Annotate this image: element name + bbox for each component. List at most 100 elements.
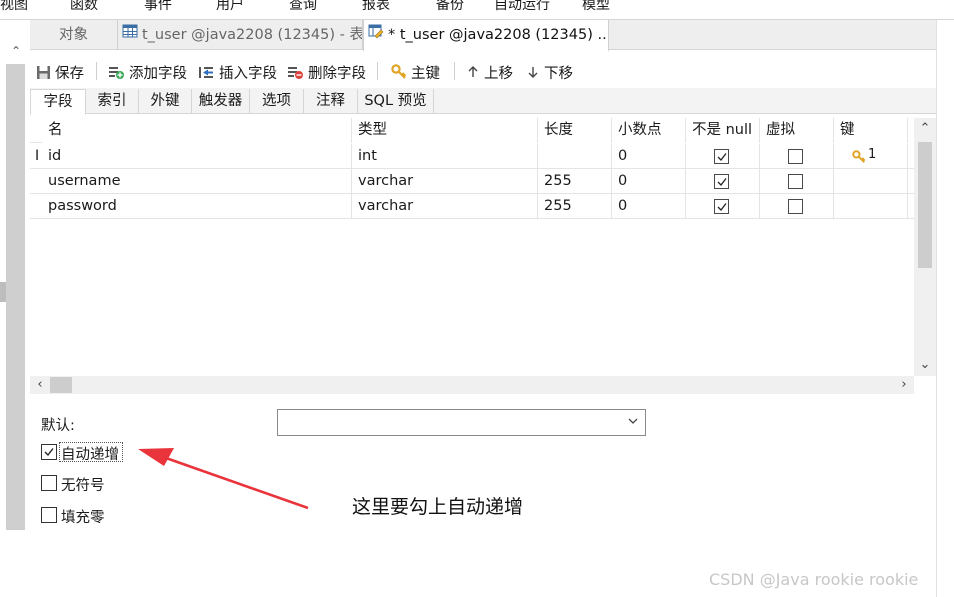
virtual-cell — [760, 194, 834, 219]
field-decimals-cell[interactable]: 0 — [612, 169, 686, 194]
scroll-left-icon[interactable]: ‹ — [32, 376, 48, 394]
zerofill-checkbox[interactable] — [41, 507, 57, 523]
column-header-name[interactable]: 名 — [42, 118, 352, 143]
field-length-cell[interactable]: 255 — [538, 169, 612, 194]
tab-fields[interactable]: 字段 — [30, 89, 86, 115]
tab-design-label: * t_user @java2208 (12345) ... — [388, 27, 609, 43]
auto-increment-label[interactable]: 自动递增 — [61, 443, 119, 464]
column-header-length[interactable]: 长度 — [538, 118, 612, 143]
field-name-cell[interactable]: id — [42, 144, 352, 169]
field-name-cell[interactable]: password — [42, 194, 352, 219]
column-header-virtual[interactable]: 虚拟 — [760, 118, 834, 143]
zerofill-label[interactable]: 填充零 — [61, 506, 105, 527]
key-order: 1 — [868, 147, 877, 162]
scroll-thumb[interactable] — [918, 142, 932, 268]
scroll-up-icon[interactable]: ⌃ — [10, 44, 22, 58]
field-decimals-cell[interactable]: 0 — [612, 194, 686, 219]
virtual-checkbox[interactable] — [788, 149, 803, 164]
field-length-cell[interactable]: 255 — [538, 194, 612, 219]
column-header-not-null[interactable]: 不是 null — [686, 118, 760, 143]
arrow-down-icon — [528, 67, 538, 78]
delete-field-label: 删除字段 — [308, 65, 366, 82]
menu-bar: 视图 函数 事件 用户 查询 报表 备份 自动运行 模型 — [0, 0, 954, 20]
scroll-down-icon[interactable]: ⌄ — [914, 356, 936, 374]
add-field-icon — [109, 66, 124, 79]
delete-field-button[interactable]: 删除字段 — [287, 62, 366, 82]
document-tab-bar: 对象 t_user @java2208 (12345) - 表 * t_user… — [30, 20, 936, 51]
virtual-checkbox[interactable] — [788, 174, 803, 189]
auto-increment-checkbox[interactable] — [41, 444, 57, 460]
fields-grid: 名 类型 长度 小数点 不是 null 虚拟 键 注 I id int 0 1 — [30, 118, 914, 376]
toolbar-divider — [96, 62, 97, 80]
field-decimals-cell[interactable]: 0 — [612, 144, 686, 169]
grid-header-row: 名 类型 长度 小数点 不是 null 虚拟 键 注 — [30, 118, 914, 143]
move-up-label: 上移 — [484, 65, 513, 82]
arrow-up-icon — [468, 66, 478, 77]
primary-key-label: 主键 — [411, 65, 440, 82]
menu-query[interactable]: 查询 — [289, 0, 317, 14]
key-cell[interactable] — [834, 194, 908, 219]
insert-field-icon — [199, 66, 213, 78]
field-type-cell[interactable]: varchar — [352, 194, 538, 219]
menu-functions[interactable]: 函数 — [70, 0, 98, 14]
move-up-button[interactable]: 上移 — [466, 62, 513, 82]
tab-options[interactable]: 选项 — [250, 89, 304, 114]
move-down-button[interactable]: 下移 — [526, 62, 573, 82]
tab-triggers[interactable]: 触发器 — [192, 89, 250, 114]
design-toolbar: 保存 添加字段 插入字段 删除字段 主键 上移 下移 — [30, 52, 936, 88]
default-value-dropdown[interactable] — [277, 409, 646, 436]
menu-reports[interactable]: 报表 — [362, 0, 390, 14]
left-scrollbar[interactable] — [6, 64, 25, 530]
virtual-checkbox[interactable] — [788, 199, 803, 214]
tab-sql-preview[interactable]: SQL 预览 — [358, 89, 434, 114]
field-length-cell[interactable] — [538, 144, 612, 169]
key-cell[interactable] — [834, 169, 908, 194]
toolbar-divider — [454, 62, 455, 80]
primary-key-button[interactable]: 主键 — [391, 62, 440, 82]
scroll-thumb[interactable] — [50, 377, 72, 393]
tab-indexes[interactable]: 索引 — [86, 89, 139, 114]
check-icon — [717, 178, 727, 186]
tab-table-view[interactable]: t_user @java2208 (12345) - 表 — [118, 20, 363, 50]
insert-field-button[interactable]: 插入字段 — [198, 62, 277, 82]
not-null-checkbox[interactable] — [714, 199, 729, 214]
grid-horizontal-scrollbar[interactable]: ‹ › — [30, 376, 914, 394]
tab-table-design[interactable]: * t_user @java2208 (12345) ... — [363, 20, 609, 51]
tab-foreign-keys[interactable]: 外键 — [139, 89, 192, 114]
insert-field-label: 插入字段 — [219, 65, 277, 82]
table-design-icon — [368, 20, 384, 50]
scroll-right-icon[interactable]: › — [896, 376, 912, 394]
panel-splitter[interactable] — [0, 282, 6, 302]
right-edge-panel — [936, 20, 954, 597]
tab-comments[interactable]: 注释 — [304, 89, 358, 114]
not-null-checkbox[interactable] — [714, 149, 729, 164]
table-row[interactable]: username varchar 255 0 — [30, 169, 914, 194]
menu-backup[interactable]: 备份 — [436, 0, 464, 14]
table-row[interactable]: password varchar 255 0 — [30, 194, 914, 219]
not-null-checkbox[interactable] — [714, 174, 729, 189]
add-field-button[interactable]: 添加字段 — [108, 62, 187, 82]
menu-model[interactable]: 模型 — [582, 0, 610, 14]
field-type-cell[interactable]: varchar — [352, 169, 538, 194]
save-button[interactable]: 保存 — [36, 62, 84, 82]
field-type-cell[interactable]: int — [352, 144, 538, 169]
not-null-cell — [686, 144, 760, 169]
scroll-up-icon[interactable]: ⌃ — [914, 120, 936, 138]
add-field-label: 添加字段 — [129, 65, 187, 82]
tab-objects[interactable]: 对象 — [30, 20, 118, 50]
table-icon — [122, 20, 138, 50]
grid-vertical-scrollbar[interactable]: ⌃ ⌄ — [914, 118, 936, 376]
menu-users[interactable]: 用户 — [216, 0, 244, 14]
table-row[interactable]: I id int 0 1 — [30, 144, 914, 169]
column-header-decimals[interactable]: 小数点 — [612, 118, 686, 143]
menu-events[interactable]: 事件 — [144, 0, 172, 14]
menu-view[interactable]: 视图 — [0, 0, 28, 14]
tab-table-label: t_user @java2208 (12345) - 表 — [142, 27, 363, 43]
unsigned-label[interactable]: 无符号 — [61, 474, 105, 495]
tab-objects-label: 对象 — [59, 27, 88, 43]
column-header-key[interactable]: 键 — [834, 118, 908, 143]
unsigned-checkbox[interactable] — [41, 475, 57, 491]
column-header-type[interactable]: 类型 — [352, 118, 538, 143]
field-name-cell[interactable]: username — [42, 169, 352, 194]
menu-automation[interactable]: 自动运行 — [494, 0, 550, 14]
